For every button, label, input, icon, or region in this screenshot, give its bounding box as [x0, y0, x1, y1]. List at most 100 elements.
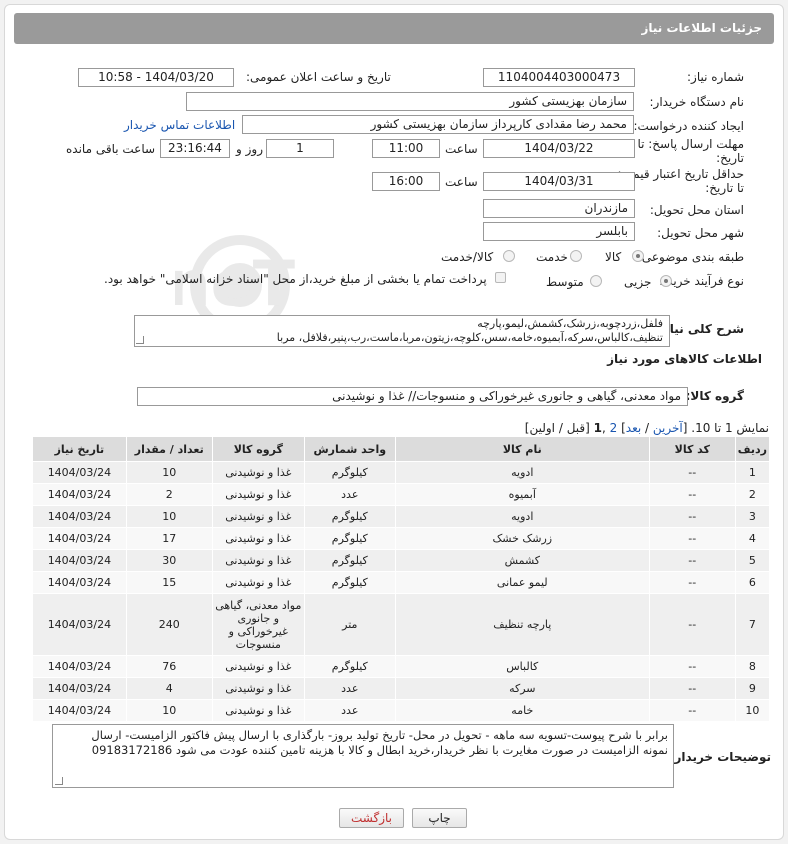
resize-handle-icon[interactable]: [136, 336, 144, 344]
col-header-name: نام کالا: [394, 436, 650, 462]
cell-item-code: --: [648, 483, 736, 506]
cell-row-number: 2: [734, 483, 771, 506]
cell-item-name: خامه: [394, 699, 650, 722]
cell-row-number: 10: [734, 699, 771, 722]
cell-quantity: 76: [125, 655, 213, 678]
cell-unit: عدد: [303, 699, 396, 722]
category-radio-goods[interactable]: [632, 250, 644, 262]
cell-row-number: 4: [734, 527, 771, 550]
buyer-notes-label: توضیحات خریدار:: [669, 750, 771, 764]
cell-item-name: لیمو عمانی: [394, 571, 650, 594]
cell-item-name: ادویه: [394, 505, 650, 528]
deadline-date-field: 1404/03/22: [483, 139, 635, 158]
table-row: 6 -- لیمو عمانی کیلوگرم غذا و نوشیدنی 15 1404/…: [32, 571, 771, 594]
cell-item-group: غذا و نوشیدنی: [211, 483, 305, 506]
category-option-goods: کالا: [605, 250, 622, 264]
cell-need-date: 1404/03/24: [32, 655, 127, 678]
buyer-notes-field: برابر با شرح پیوست-تسویه سه ماهه - تحویل…: [52, 724, 674, 788]
table-row: 7 -- پارچه تنظیف متر مواد معدنی، گیاهی و جان…: [32, 593, 771, 656]
pagination-next-link[interactable]: بعد: [626, 421, 641, 435]
cell-item-name: زرشک خشک: [394, 527, 650, 550]
print-button[interactable]: چاپ: [412, 808, 467, 828]
deadline-label-line1: مهلت ارسال پاسخ: تا: [637, 137, 744, 151]
cell-quantity: 240: [125, 593, 213, 656]
category-option-goods-service: کالا/خدمت: [441, 250, 494, 264]
cell-item-group: غذا و نوشیدنی: [211, 527, 305, 550]
need-number-field: 1104004403000473: [483, 68, 635, 87]
col-header-code: کد کالا: [648, 436, 736, 462]
goods-group-label: گروه کالا:: [685, 389, 744, 403]
cell-item-code: --: [648, 655, 736, 678]
cell-unit: کیلوگرم: [303, 505, 396, 528]
province-label: استان محل تحویل:: [649, 203, 744, 217]
table-row: 8 -- کالباس کیلوگرم غذا و نوشیدنی 76 1404/03/2…: [32, 655, 771, 678]
cell-quantity: 10: [125, 505, 213, 528]
buyer-notes-line-2: نمونه الزامیست در صورت مغایرت با نظر خری…: [91, 743, 668, 757]
back-button[interactable]: بازگشت: [339, 808, 404, 828]
cell-unit: کیلوگرم: [303, 461, 396, 484]
cell-item-code: --: [648, 699, 736, 722]
cell-row-number: 3: [734, 505, 771, 528]
cell-item-code: --: [648, 549, 736, 572]
city-field: بابلسر: [483, 222, 635, 241]
category-label: طبقه بندی موضوعی:: [637, 250, 744, 264]
cell-item-name: آبمیوه: [394, 483, 650, 506]
price-valid-date-field: 1404/03/31: [483, 172, 635, 191]
cell-row-number: 8: [734, 655, 771, 678]
cell-unit: متر: [303, 593, 396, 656]
page-title: جزئیات اطلاعات نیاز: [641, 21, 762, 35]
process-radio-minor[interactable]: [660, 275, 672, 287]
price-valid-label-line2: تا تاریخ:: [705, 181, 744, 195]
cell-item-code: --: [648, 527, 736, 550]
price-valid-time-field: 16:00: [372, 172, 440, 191]
treasury-payment-checkbox[interactable]: [495, 272, 506, 283]
pagination-page-1-current: 1: [593, 421, 602, 435]
description-label: شرح کلی نیاز:: [658, 322, 744, 336]
cell-quantity: 2: [125, 483, 213, 506]
cell-unit: کیلوگرم: [303, 655, 396, 678]
cell-item-group: غذا و نوشیدنی: [211, 461, 305, 484]
category-radio-service[interactable]: [570, 250, 582, 262]
cell-item-group: غذا و نوشیدنی: [211, 505, 305, 528]
cell-unit: عدد: [303, 677, 396, 700]
city-label: شهر محل تحویل:: [657, 226, 744, 240]
buyer-org-label: نام دستگاه خریدار:: [649, 95, 745, 109]
pagination-sep: ]: [617, 421, 626, 435]
resize-handle-icon[interactable]: [55, 777, 63, 785]
process-radio-medium[interactable]: [590, 275, 602, 287]
cell-quantity: 4: [125, 677, 213, 700]
col-header-qty: تعداد / مقدار: [125, 436, 213, 462]
table-row: 10 -- خامه عدد غذا و نوشیدنی 10 1404/03/24: [32, 699, 771, 722]
cell-quantity: 17: [125, 527, 213, 550]
table-header-row: ردیف کد کالا نام کالا واحد شمارش گروه کا…: [32, 436, 771, 462]
time-remaining-label: ساعت باقی مانده: [66, 142, 156, 156]
pagination-last-link[interactable]: آخرین: [653, 421, 683, 435]
cell-row-number: 5: [734, 549, 771, 572]
buyer-contact-link[interactable]: اطلاعات تماس خریدار: [124, 118, 235, 132]
category-option-service: خدمت: [536, 250, 568, 264]
pagination-sep: ,: [602, 421, 610, 435]
cell-need-date: 1404/03/24: [32, 461, 127, 484]
deadline-time-field: 11:00: [372, 139, 440, 158]
time-remaining-field: 23:16:44: [160, 139, 230, 158]
cell-item-name: سرکه: [394, 677, 650, 700]
table-row: 5 -- کشمش کیلوگرم غذا و نوشیدنی 30 1404/03/24: [32, 549, 771, 572]
cell-item-code: --: [648, 677, 736, 700]
cell-unit: عدد: [303, 483, 396, 506]
days-remaining-field: 1: [266, 139, 334, 158]
need-number-label: شماره نیاز:: [687, 70, 744, 84]
cell-need-date: 1404/03/24: [32, 677, 127, 700]
deadline-label-line2: تاریخ:: [716, 151, 744, 165]
cell-item-group: غذا و نوشیدنی: [211, 571, 305, 594]
province-field: مازندران: [483, 199, 635, 218]
cell-quantity: 10: [125, 699, 213, 722]
pagination-sep: /: [641, 421, 653, 435]
cell-item-name: ادویه: [394, 461, 650, 484]
pagination-summary: نمایش 1 تا 10. [: [682, 421, 769, 435]
description-line-1: فلفل،زردچوبه،زرشک،کشمش،لیمو،پارچه: [477, 317, 663, 330]
announce-field: 1404/03/20 - 10:58: [78, 68, 234, 87]
cell-need-date: 1404/03/24: [32, 593, 127, 656]
cell-unit: کیلوگرم: [303, 571, 396, 594]
category-radio-goods-service[interactable]: [503, 250, 515, 262]
cell-item-code: --: [648, 593, 736, 656]
